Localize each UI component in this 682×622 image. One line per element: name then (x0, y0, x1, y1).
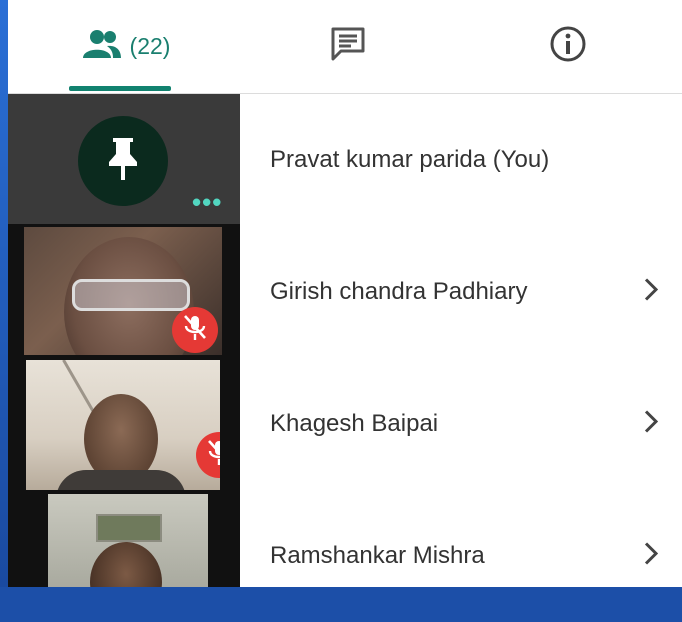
people-count: (22) (129, 32, 171, 59)
video-strip: ••• (8, 94, 240, 587)
participant-name: Pravat kumar parida (You) (270, 146, 550, 173)
video-tile-participant[interactable] (26, 360, 220, 490)
active-tab-indicator (69, 86, 171, 91)
mic-off-icon (183, 314, 207, 347)
people-icon (82, 29, 122, 64)
tab-bar: (22) (8, 0, 682, 94)
meeting-side-panel: (22) ••• Pravat kumar parida (You) Giris… (8, 0, 682, 587)
video-tile-participant[interactable] (48, 494, 208, 587)
mic-off-icon (207, 439, 220, 472)
shirt (56, 470, 186, 490)
muted-badge (172, 307, 218, 353)
participant-row[interactable]: Pravat kumar parida (You) (240, 94, 682, 226)
muted-badge (196, 432, 220, 478)
participant-row[interactable]: Girish chandra Padhiary (240, 226, 682, 358)
more-dots-icon[interactable]: ••• (192, 189, 222, 215)
participant-name: Khagesh Baipai (270, 410, 439, 437)
info-icon (549, 25, 587, 68)
glasses (72, 279, 190, 311)
chevron-right-icon (644, 542, 659, 571)
participant-name: Girish chandra Padhiary (270, 278, 528, 305)
tab-chat[interactable] (308, 0, 388, 92)
window-frame (0, 0, 8, 587)
chat-icon (329, 25, 367, 68)
wall-picture (96, 514, 162, 542)
tab-people[interactable]: (22) (66, 0, 186, 92)
chevron-right-icon (644, 410, 659, 439)
tab-info[interactable] (528, 0, 608, 92)
participant-row[interactable]: Ramshankar Mishra (240, 490, 682, 622)
participant-row[interactable]: Khagesh Baipai (240, 358, 682, 490)
chevron-right-icon (644, 278, 659, 307)
participant-face (90, 542, 162, 587)
pin-button[interactable] (78, 116, 168, 206)
video-tile-participant[interactable] (24, 227, 222, 355)
participant-name: Ramshankar Mishra (270, 542, 485, 569)
participants-list: Pravat kumar parida (You) Girish chandra… (240, 94, 682, 587)
pin-icon (103, 136, 143, 187)
pinned-tile[interactable]: ••• (8, 94, 240, 224)
